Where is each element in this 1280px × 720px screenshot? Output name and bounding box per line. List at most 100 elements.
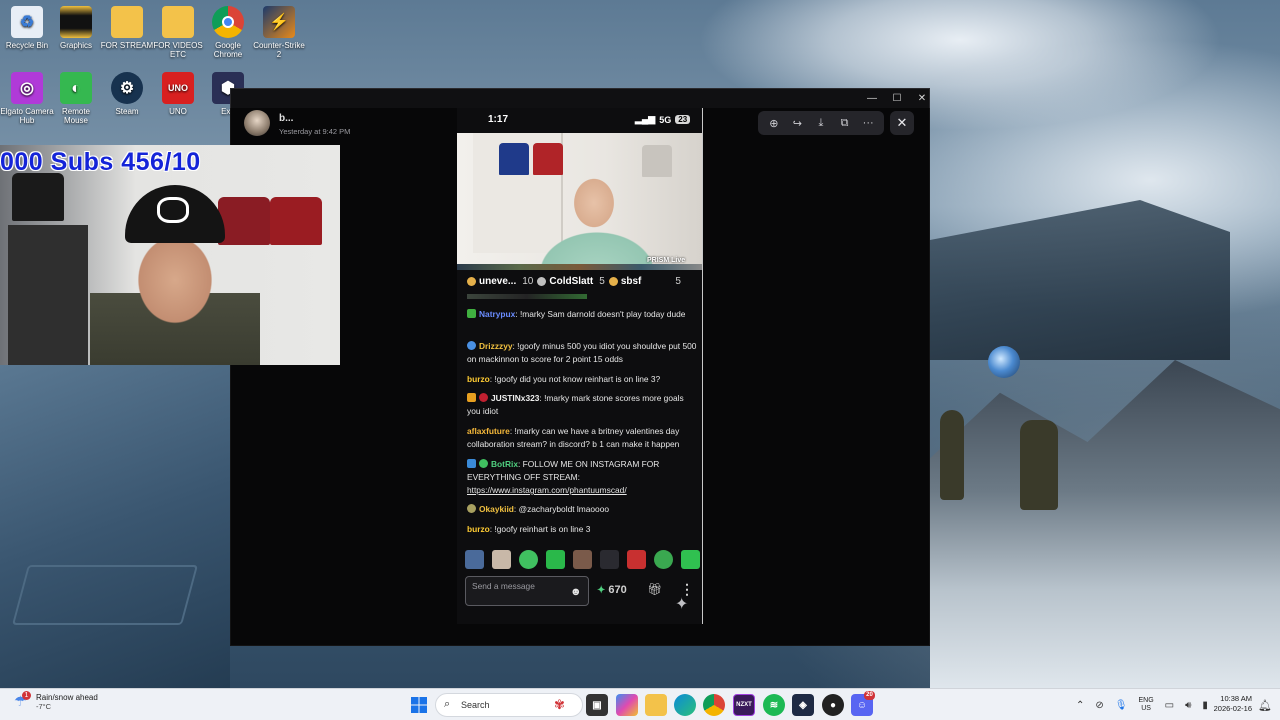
desktop-icon-for-stream[interactable]: FOR STREAM bbox=[100, 6, 154, 50]
app-icon[interactable]: ◈ bbox=[792, 694, 814, 716]
leader-name: uneve... bbox=[479, 275, 517, 287]
emoji-picker-icon[interactable]: ☻ bbox=[570, 586, 582, 598]
system-tray: ⌃ ⊘ 🎙︎ ENG US ▭ 🔊︎ ▮ bbox=[1076, 689, 1208, 720]
chat-message: BotRix: FOLLOW ME ON INSTAGRAM FOR EVERY… bbox=[467, 459, 660, 495]
weather-title: Rain/snow ahead bbox=[36, 693, 98, 702]
windows-logo-icon bbox=[411, 697, 427, 713]
chat-username[interactable]: aflaxfuture bbox=[467, 426, 510, 436]
chat-username[interactable]: JUSTINx323 bbox=[491, 393, 539, 403]
counter-strike-icon: ⚡ bbox=[263, 6, 295, 38]
taskbar-search[interactable]: ⌕ Search ✾ bbox=[435, 693, 583, 717]
share-forward-icon[interactable]: ↪ bbox=[788, 117, 806, 130]
emote-button[interactable] bbox=[600, 549, 619, 569]
gift-icon[interactable]: 🎁︎ bbox=[647, 582, 662, 596]
chat-message: burzo: !goofy did you not know reinhart … bbox=[467, 374, 661, 384]
chat-message-input[interactable]: Send a message ☻ bbox=[465, 576, 589, 606]
wallpaper-soldier bbox=[940, 410, 964, 500]
start-button[interactable] bbox=[408, 694, 430, 716]
desktop-icon-elgato[interactable]: ◎ Elgato Camera Hub bbox=[0, 72, 54, 125]
volume-icon[interactable]: 🔊︎ bbox=[1185, 700, 1191, 711]
zoom-in-icon[interactable]: ⊕ bbox=[765, 117, 783, 130]
minimize-button[interactable]: — bbox=[861, 91, 883, 107]
obs-icon[interactable]: ● bbox=[822, 694, 844, 716]
spotify-icon[interactable]: ≋ bbox=[763, 694, 785, 716]
close-viewer-button[interactable]: ✕ bbox=[890, 111, 914, 135]
sparkle-icon: ✦ bbox=[675, 596, 689, 613]
sub-goal-counter: 000 Subs 456/10 bbox=[0, 148, 201, 176]
open-external-icon[interactable]: ⧉ bbox=[836, 117, 854, 130]
window-titlebar bbox=[231, 89, 931, 109]
desktop-icon-recycle-bin[interactable]: ♻ Recycle Bin bbox=[0, 6, 54, 50]
stream-video[interactable]: PRISM Live bbox=[457, 133, 702, 270]
chat-username[interactable]: burzo bbox=[467, 524, 490, 534]
chevron-up-icon[interactable]: ⌃ bbox=[1076, 700, 1084, 711]
maple-leaf-icon: ✾ bbox=[554, 697, 565, 712]
folder-icon bbox=[162, 6, 194, 38]
emote-button[interactable] bbox=[627, 549, 646, 569]
desktop-icon-graphics[interactable]: Graphics bbox=[49, 6, 103, 50]
message-timestamp: Yesterday at 9:42 PM bbox=[279, 127, 351, 136]
desktop-icon-for-videos[interactable]: FOR VIDEOS ETC bbox=[151, 6, 205, 59]
battery-icon[interactable]: ▮ bbox=[1202, 700, 1208, 711]
image-viewer-toolbar: ⊕ ↪ ⤓ ⧉ ··· bbox=[758, 111, 884, 135]
rain-snow-icon: ☂ 1 bbox=[14, 691, 31, 709]
chat-username[interactable]: burzo bbox=[467, 374, 490, 384]
instagram-link[interactable]: https://www.instagram.com/phantuumscad/ bbox=[467, 485, 627, 495]
notification-bell-icon[interactable]: 🔔︎ bbox=[1258, 699, 1272, 712]
emote-button[interactable] bbox=[573, 549, 592, 569]
emote-button[interactable] bbox=[546, 549, 565, 569]
microphone-icon[interactable]: 🎙︎ bbox=[1115, 700, 1128, 711]
download-icon[interactable]: ⤓ bbox=[812, 117, 830, 130]
copilot-icon[interactable] bbox=[616, 694, 638, 716]
folder-icon bbox=[60, 6, 92, 38]
chat-message: Drizzzyy: !goofy minus 500 you idiot you… bbox=[467, 341, 697, 364]
nzxt-icon[interactable]: NZXT bbox=[733, 694, 755, 716]
emote-button[interactable] bbox=[654, 549, 673, 569]
badge-icon bbox=[467, 276, 476, 286]
window-close-button[interactable]: ✕ bbox=[911, 91, 933, 107]
desktop-icon-steam[interactable]: ⚙ Steam bbox=[100, 72, 154, 116]
more-options-icon[interactable]: ··· bbox=[859, 117, 877, 129]
taskbar-clock[interactable]: 10:38 AM 2026-02-16 bbox=[1212, 694, 1252, 714]
network-off-icon[interactable]: ⊘ bbox=[1095, 700, 1103, 711]
chat-username[interactable]: Okaykiid bbox=[479, 504, 514, 514]
elgato-icon: ◎ bbox=[11, 72, 43, 104]
leader-count: 5 bbox=[675, 275, 681, 287]
uno-icon: UNO bbox=[162, 72, 194, 104]
weather-alert-badge: 1 bbox=[22, 691, 31, 700]
clock-time: 10:38 AM bbox=[1220, 694, 1252, 703]
display-icon[interactable]: ▭ bbox=[1165, 700, 1174, 711]
emote-bar bbox=[457, 546, 702, 572]
emote-button[interactable] bbox=[465, 549, 484, 569]
desktop-icon-google-chrome[interactable]: Google Chrome bbox=[201, 6, 255, 59]
language-indicator[interactable]: ENG US bbox=[1138, 697, 1153, 713]
desktop-icon-uno[interactable]: UNO UNO bbox=[151, 72, 205, 116]
author-avatar[interactable] bbox=[244, 110, 270, 136]
author-name[interactable]: b... bbox=[279, 113, 293, 124]
emote-button[interactable] bbox=[492, 549, 511, 569]
chat-username[interactable]: BotRix bbox=[491, 459, 518, 469]
clock-date: 2026-02-16 bbox=[1213, 704, 1252, 713]
channel-points[interactable]: ✦ 670 bbox=[597, 584, 627, 596]
emote-button[interactable] bbox=[681, 549, 700, 569]
chat-username[interactable]: Natrypux bbox=[479, 309, 515, 319]
task-view-icon[interactable]: ▣ bbox=[586, 694, 608, 716]
discord-notification-badge: 20 bbox=[864, 691, 875, 700]
badge-icon bbox=[608, 276, 618, 286]
chrome-icon[interactable] bbox=[703, 694, 725, 716]
prism-watermark: PRISM Live bbox=[647, 257, 686, 264]
recycle-bin-icon: ♻ bbox=[11, 6, 43, 38]
file-explorer-icon[interactable] bbox=[645, 694, 667, 716]
chat-username[interactable]: Drizzzyy bbox=[479, 341, 513, 351]
emote-button[interactable] bbox=[519, 549, 538, 569]
desktop-icon-remote-mouse[interactable]: ◐ Remote Mouse bbox=[49, 72, 103, 125]
edge-icon[interactable] bbox=[674, 694, 696, 716]
windows-taskbar: ☂ 1 Rain/snow ahead -7°C ⌕ Search ✾ ▣ NZX… bbox=[0, 688, 1280, 720]
weather-widget[interactable]: ☂ 1 Rain/snow ahead -7°C bbox=[14, 691, 98, 711]
discord-icon[interactable]: ☺ 20 bbox=[851, 691, 875, 716]
maximize-button[interactable]: ☐ bbox=[886, 91, 908, 107]
phone-time: 1:17 bbox=[488, 114, 509, 125]
desktop-icon-counter-strike[interactable]: ⚡ Counter-Strike 2 bbox=[252, 6, 306, 59]
chat-message: aflaxfuture: !marky can we have a britne… bbox=[467, 426, 680, 449]
chat-message: burzo: !goofy reinhart is on line 3 bbox=[467, 524, 591, 534]
